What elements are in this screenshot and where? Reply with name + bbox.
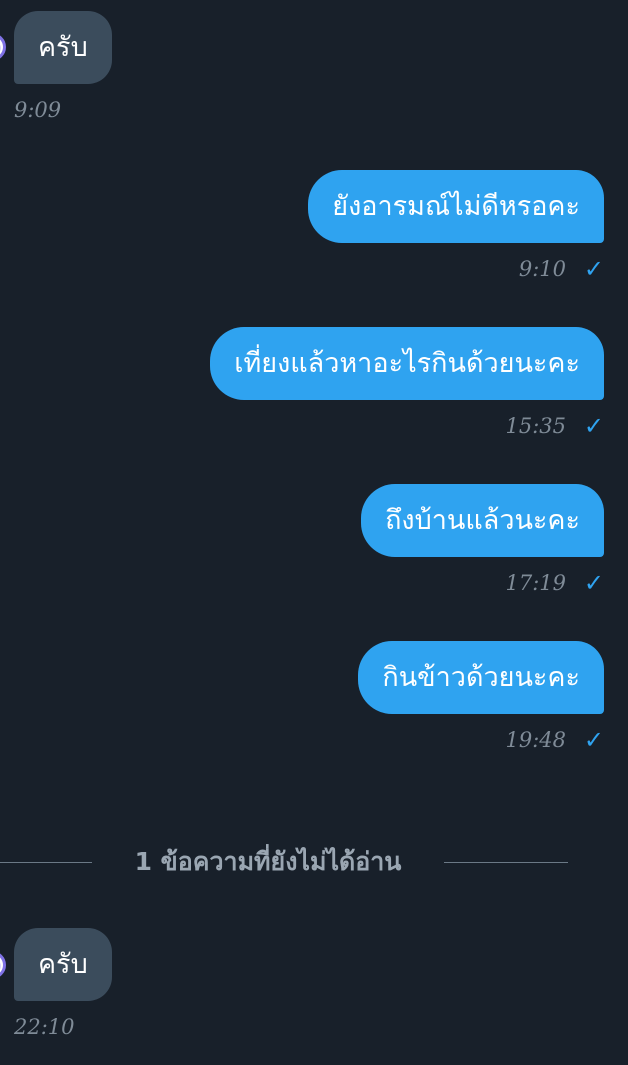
message-time: 22:10 [14, 1015, 75, 1039]
message-time: 19:48 [505, 728, 566, 752]
unread-divider-line-right [444, 862, 568, 863]
incoming-message-bubble[interactable]: ครับ [14, 11, 112, 84]
incoming-message-bubble[interactable]: ครับ [14, 928, 112, 1001]
avatar[interactable] [0, 33, 6, 61]
read-check-icon: ✓ [583, 726, 604, 754]
message-text: ยังอารมณ์ไม่ดีหรอคะ [332, 191, 580, 222]
outgoing-message-bubble[interactable]: ถึงบ้านแล้วนะคะ [361, 484, 604, 557]
read-check-icon: ✓ [583, 255, 604, 283]
read-check-icon: ✓ [583, 412, 604, 440]
message-time: 9:10 [518, 257, 566, 281]
read-check-icon: ✓ [583, 569, 604, 597]
message-text: ครับ [38, 949, 88, 980]
message-text: กินข้าวด้วยนะคะ [382, 662, 580, 693]
message-text: ถึงบ้านแล้วนะคะ [385, 505, 580, 536]
outgoing-message-bubble[interactable]: ยังอารมณ์ไม่ดีหรอคะ [308, 170, 604, 243]
avatar[interactable] [0, 951, 6, 979]
outgoing-message-bubble[interactable]: กินข้าวด้วยนะคะ [358, 641, 604, 714]
message-time: 9:09 [14, 98, 62, 122]
message-text: ครับ [38, 32, 88, 63]
outgoing-message-bubble[interactable]: เที่ยงแล้วหาอะไรกินด้วยนะคะ [210, 327, 604, 400]
message-time: 17:19 [505, 571, 566, 595]
message-text: เที่ยงแล้วหาอะไรกินด้วยนะคะ [234, 348, 580, 379]
message-time: 15:35 [505, 414, 566, 438]
